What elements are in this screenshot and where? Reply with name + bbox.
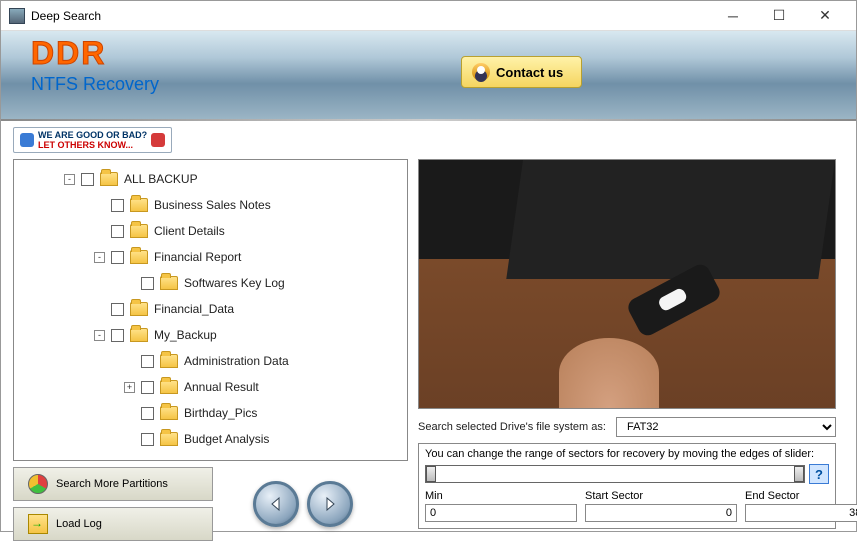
thumbs-down-icon — [151, 133, 165, 147]
slider-handle-right[interactable] — [794, 466, 804, 482]
tree-item-label: Business Sales Notes — [154, 198, 271, 212]
folder-icon — [130, 224, 148, 238]
search-partitions-label: Search More Partitions — [56, 478, 168, 490]
window-title: Deep Search — [31, 9, 710, 23]
folder-icon — [130, 198, 148, 212]
load-log-label: Load Log — [56, 518, 102, 530]
review-badge[interactable]: WE ARE GOOD OR BAD? LET OTHERS KNOW... — [13, 127, 172, 153]
arrow-left-icon — [266, 494, 286, 514]
tree-checkbox[interactable] — [141, 355, 154, 368]
tree-item-label: ALL BACKUP — [124, 172, 198, 186]
review-line1: WE ARE GOOD OR BAD? — [38, 130, 147, 140]
close-button[interactable]: ✕ — [802, 1, 848, 31]
tree-item[interactable]: Budget Analysis — [14, 426, 407, 452]
app-header: DDR NTFS Recovery Contact us — [1, 31, 856, 119]
slider-handle-left[interactable] — [426, 466, 436, 482]
tree-checkbox[interactable] — [141, 407, 154, 420]
tree-item-label: My_Backup — [154, 328, 217, 342]
tree-item[interactable]: + Annual Result — [14, 374, 407, 400]
tree-item[interactable]: - Financial Report — [14, 244, 407, 270]
app-icon — [9, 8, 25, 24]
contact-label: Contact us — [496, 65, 563, 80]
tree-item[interactable]: Financial_Data — [14, 296, 407, 322]
tree-item[interactable]: Client Details — [14, 218, 407, 244]
tree-checkbox[interactable] — [141, 433, 154, 446]
next-button[interactable] — [307, 481, 353, 527]
thumbs-up-icon — [20, 133, 34, 147]
left-panel: - ALL BACKUP Business Sales Notes Client De… — [13, 159, 408, 541]
tree-item-label: Budget Analysis — [184, 432, 269, 446]
folder-icon — [160, 276, 178, 290]
folder-icon — [130, 302, 148, 316]
main-content: - ALL BACKUP Business Sales Notes Client De… — [1, 159, 856, 549]
arrow-right-icon — [320, 494, 340, 514]
tree-item-label: Financial_Data — [154, 302, 234, 316]
tree-checkbox[interactable] — [141, 381, 154, 394]
tree-checkbox[interactable] — [111, 303, 124, 316]
end-sector-label: End Sector — [745, 490, 857, 502]
folder-icon — [130, 250, 148, 264]
tree-expander[interactable]: - — [94, 330, 105, 341]
search-more-partitions-button[interactable]: Search More Partitions — [13, 467, 213, 501]
folder-icon — [100, 172, 118, 186]
folder-icon — [160, 406, 178, 420]
tree-checkbox[interactable] — [141, 277, 154, 290]
tree-item[interactable]: Birthday_Pics — [14, 400, 407, 426]
start-sector-label: Start Sector — [585, 490, 737, 502]
tree-checkbox[interactable] — [81, 173, 94, 186]
folder-tree[interactable]: - ALL BACKUP Business Sales Notes Client De… — [13, 159, 408, 461]
tree-checkbox[interactable] — [111, 225, 124, 238]
load-log-icon — [28, 514, 48, 534]
pie-chart-icon — [28, 474, 48, 494]
tree-expander[interactable]: - — [64, 174, 75, 185]
preview-image — [418, 159, 836, 409]
min-input[interactable] — [425, 504, 577, 522]
filesystem-label: Search selected Drive's file system as: — [418, 421, 606, 433]
toolbar: WE ARE GOOD OR BAD? LET OTHERS KNOW... — [1, 121, 856, 159]
min-label: Min — [425, 490, 577, 502]
review-line2: LET OTHERS KNOW... — [38, 140, 133, 150]
sector-slider[interactable] — [425, 465, 805, 483]
folder-icon — [160, 380, 178, 394]
help-button[interactable]: ? — [809, 464, 829, 484]
tree-expander[interactable]: - — [94, 252, 105, 263]
tree-checkbox[interactable] — [111, 251, 124, 264]
tree-item[interactable]: Softwares Key Log — [14, 270, 407, 296]
folder-icon — [160, 354, 178, 368]
load-log-button[interactable]: Load Log — [13, 507, 213, 541]
app-subtitle: NTFS Recovery — [31, 74, 856, 95]
tree-expander[interactable]: + — [124, 382, 135, 393]
tree-item[interactable]: Business Sales Notes — [14, 192, 407, 218]
right-panel: Search selected Drive's file system as: … — [418, 159, 836, 541]
tree-item[interactable]: Administration Data — [14, 348, 407, 374]
maximize-button[interactable]: ☐ — [756, 1, 802, 31]
title-bar: Deep Search ─ ☐ ✕ — [1, 1, 856, 31]
tree-item-label: Birthday_Pics — [184, 406, 257, 420]
start-sector-input[interactable] — [585, 504, 737, 522]
folder-icon — [160, 432, 178, 446]
tree-item[interactable]: - My_Backup — [14, 322, 407, 348]
filesystem-select[interactable]: FAT32 — [616, 417, 836, 437]
tree-item-label: Softwares Key Log — [184, 276, 285, 290]
person-icon — [472, 63, 490, 81]
end-sector-input[interactable] — [745, 504, 857, 522]
folder-icon — [130, 328, 148, 342]
minimize-button[interactable]: ─ — [710, 1, 756, 31]
tree-item[interactable]: - ALL BACKUP — [14, 166, 407, 192]
contact-us-button[interactable]: Contact us — [461, 56, 582, 88]
tree-item-label: Administration Data — [184, 354, 289, 368]
slider-description: You can change the range of sectors for … — [425, 448, 829, 460]
tree-item-label: Financial Report — [154, 250, 241, 264]
sector-range-group: You can change the range of sectors for … — [418, 443, 836, 529]
tree-item-label: Annual Result — [184, 380, 259, 394]
previous-button[interactable] — [253, 481, 299, 527]
tree-checkbox[interactable] — [111, 329, 124, 342]
tree-checkbox[interactable] — [111, 199, 124, 212]
tree-item-label: Client Details — [154, 224, 225, 238]
brand-logo: DDR — [31, 31, 856, 72]
